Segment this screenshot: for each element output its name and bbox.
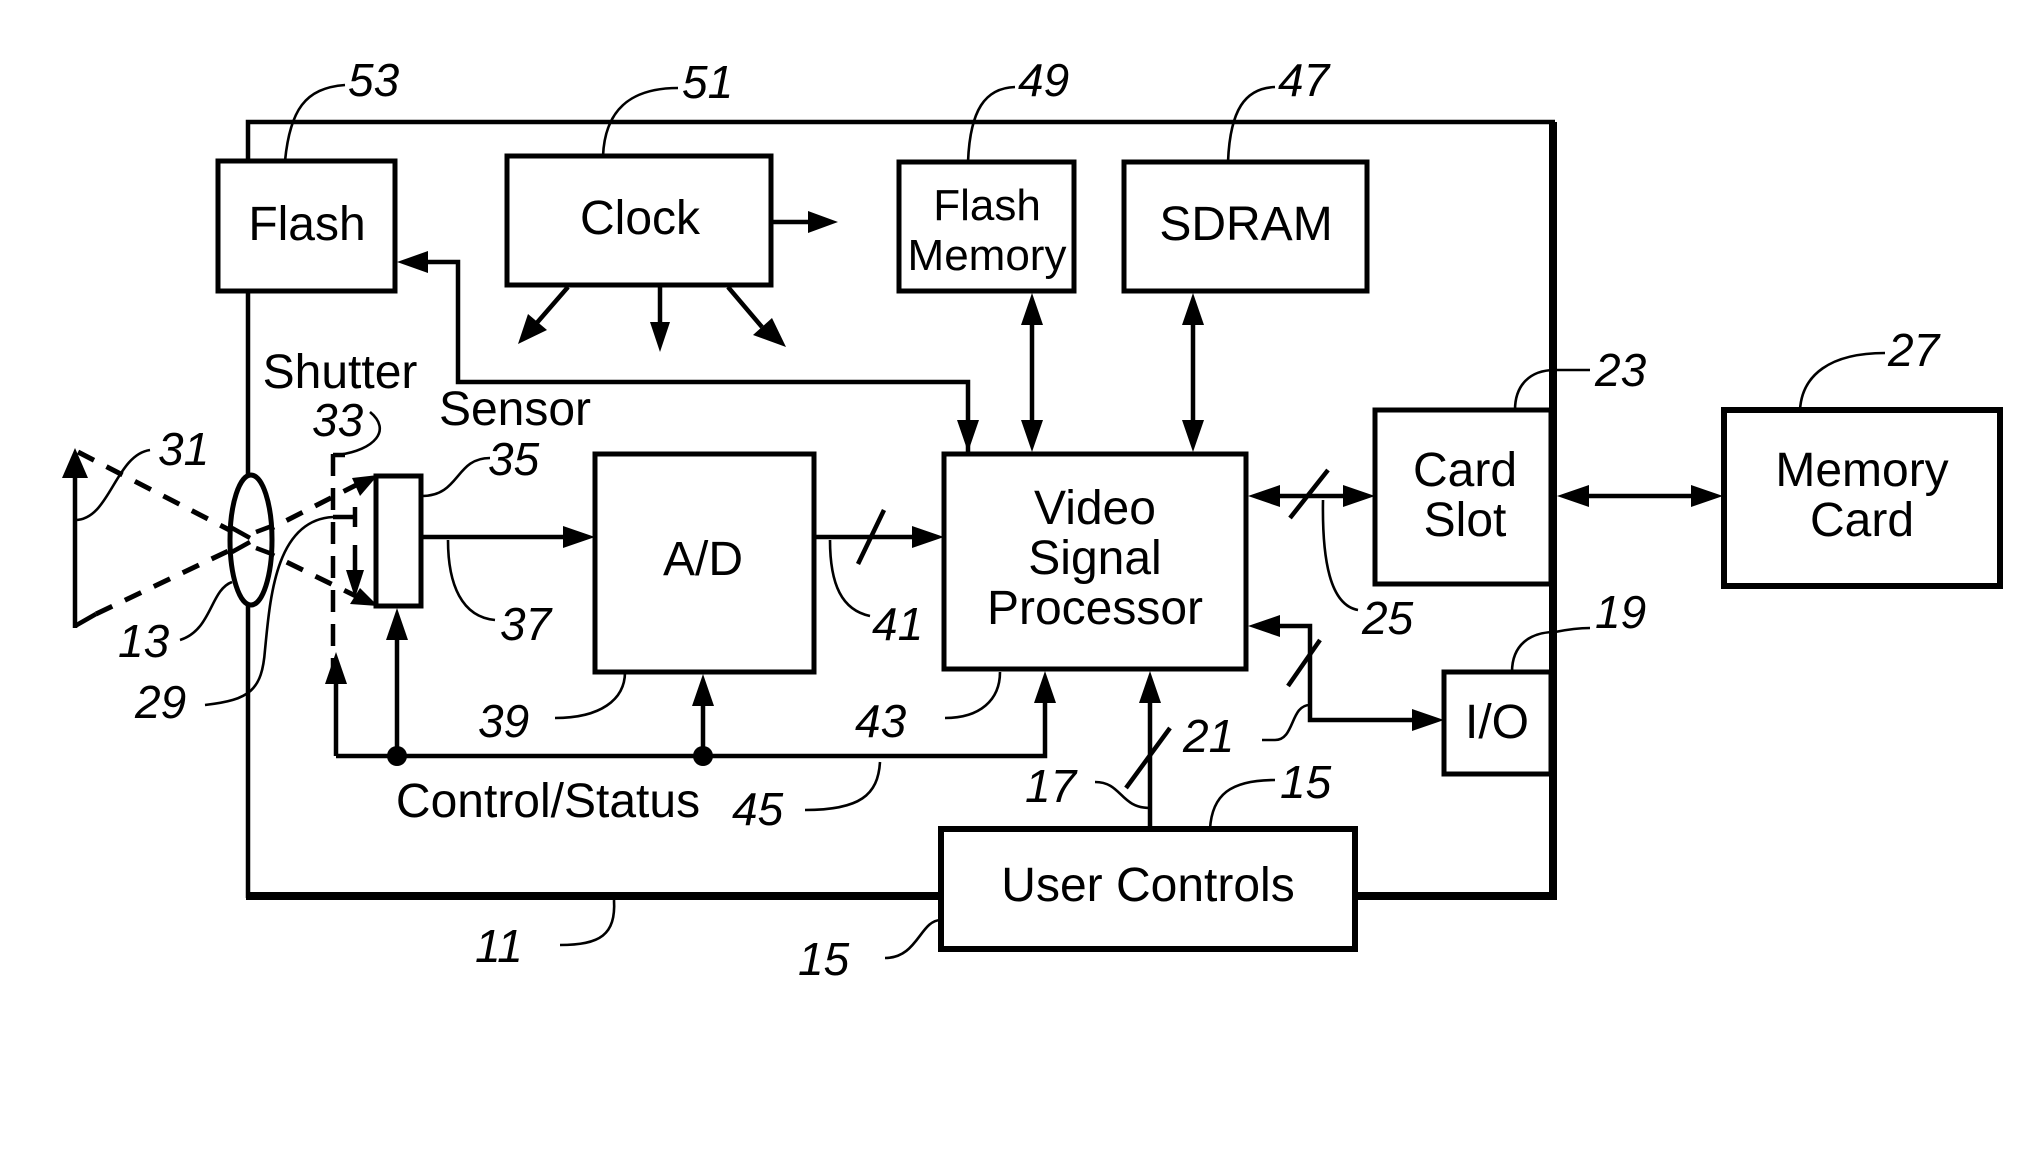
ref-33: 33 [312,394,364,446]
leader-11 [559,899,616,947]
ref-21: 21 [1182,710,1234,762]
card-side-arrowhead-icon [1691,485,1723,507]
sensor-label: Sensor [439,383,591,436]
object-arrow [62,448,98,628]
flash-memory-label-line2: Memory [908,231,1067,280]
slot-side-arrowhead-icon [1557,485,1589,507]
memory-card-label-line2: Card [1810,494,1914,547]
card-slot-label-line1: Card [1413,444,1517,497]
flash-memory-block: Flash Memory [896,159,1077,294]
control-bus-junction-sensor [387,746,407,766]
leader-27 [1798,351,1886,411]
clock-block: Clock [504,153,774,288]
ad-label: A/D [663,533,743,586]
vsp-label-line3: Processor [987,582,1203,635]
leader-37 [446,539,496,622]
ref-17: 17 [1025,760,1078,812]
card-bus-right-arrowhead-icon [1343,485,1375,507]
io-bus-vsp-arrowhead-icon [1248,615,1280,637]
camera-block-diagram: Flash Clock Flash Memory SDRAM A/D Video… [62,54,2003,985]
sdram-block: SDRAM [1121,159,1370,294]
ref-23: 23 [1594,344,1647,396]
ref-53: 53 [348,54,400,106]
control-bus-sensor-arrowhead-icon [386,608,408,640]
clock-label: Clock [580,192,701,245]
sdram-up-arrowhead-icon [1182,293,1204,325]
ref-15-top: 15 [1280,756,1332,808]
io-bus-io-arrowhead-icon [1412,709,1444,731]
control-status-label: Control/Status [396,775,700,828]
io-bus-slash [1286,638,1322,688]
ref-31: 31 [158,423,209,475]
ad-converter-block: A/D [592,451,817,675]
card-slot-label-line2: Slot [1424,494,1507,547]
control-bus-junction-ad [693,746,713,766]
ref-27: 27 [1887,324,1941,376]
clock-out-right-arrowhead-icon [808,211,838,233]
flash-memory-up-arrowhead-icon [1021,293,1043,325]
sdram-label: SDRAM [1159,198,1332,251]
leader-45 [804,761,882,812]
ref-29: 29 [134,676,186,728]
ref-37: 37 [500,598,553,650]
card-slot-block: Card Slot [1372,407,1554,587]
sensor-block [373,473,424,609]
control-bus-ad-arrowhead-icon [692,674,714,706]
io-label: I/O [1465,696,1529,749]
lens [227,472,275,608]
ray-bottom-in [94,540,247,617]
sensor-to-ad-arrowhead-icon [563,526,595,548]
ref-49: 49 [1018,54,1069,106]
control-status-bus [336,698,1048,759]
flash-block: Flash [215,158,398,294]
sdram-down-arrowhead-icon [1182,420,1204,452]
user-controls-block: User Controls [938,826,1358,952]
ref-39: 39 [478,695,529,747]
flash-line-to-vsp-arrowhead-icon [957,420,979,452]
flash-memory-down-arrowhead-icon [1021,420,1043,452]
vsp-label-line1: Video [1034,482,1156,535]
io-block: I/O [1441,669,1554,777]
flash-memory-label-line1: Flash [933,181,1041,230]
ref-11: 11 [475,920,523,972]
leader-35 [421,456,491,498]
flash-label: Flash [248,198,365,251]
ref-15-bottom: 15 [798,933,850,985]
ref-45: 45 [732,783,784,835]
memory-card-block: Memory Card [1721,407,2003,589]
control-bus-vsp-arrowhead-icon [1034,671,1056,703]
ad-to-vsp-arrowhead-icon [912,526,944,548]
leader-25 [1321,499,1359,612]
video-signal-processor-block: Video Signal Processor [941,451,1249,672]
leader-43 [944,671,1002,720]
leader-49 [966,85,1016,163]
leader-17 [1094,780,1151,810]
memory-card-label-line1: Memory [1775,444,1948,497]
ref-41: 41 [872,598,923,650]
leader-13 [179,580,233,642]
ref-43: 43 [855,695,907,747]
control-bus-shutter-arrowhead-icon [325,652,347,684]
ref-35: 35 [488,433,540,485]
clock-out-down-arrowhead-icon [650,322,670,352]
ref-19: 19 [1595,586,1646,638]
clock-out-diag-right [726,285,764,329]
vsp-label-line2: Signal [1028,532,1161,585]
ref-47: 47 [1278,54,1331,106]
leader-39 [554,671,627,720]
leader-21 [1262,703,1311,742]
ref-25: 25 [1361,592,1414,644]
object-base-tick [73,612,98,628]
card-bus-left-arrowhead-icon [1248,485,1280,507]
user-controls-arrowhead-icon [1139,671,1161,703]
ref-51: 51 [682,56,733,108]
leader-15-bottom [884,918,942,960]
clock-out-left [533,285,570,327]
user-controls-label: User Controls [1001,859,1294,912]
shutter-label: Shutter [263,346,418,399]
leader-47 [1226,85,1276,163]
ref-13: 13 [118,615,170,667]
leader-15-top [1208,778,1276,830]
vsp-to-flash-arrowhead-icon [397,251,428,273]
